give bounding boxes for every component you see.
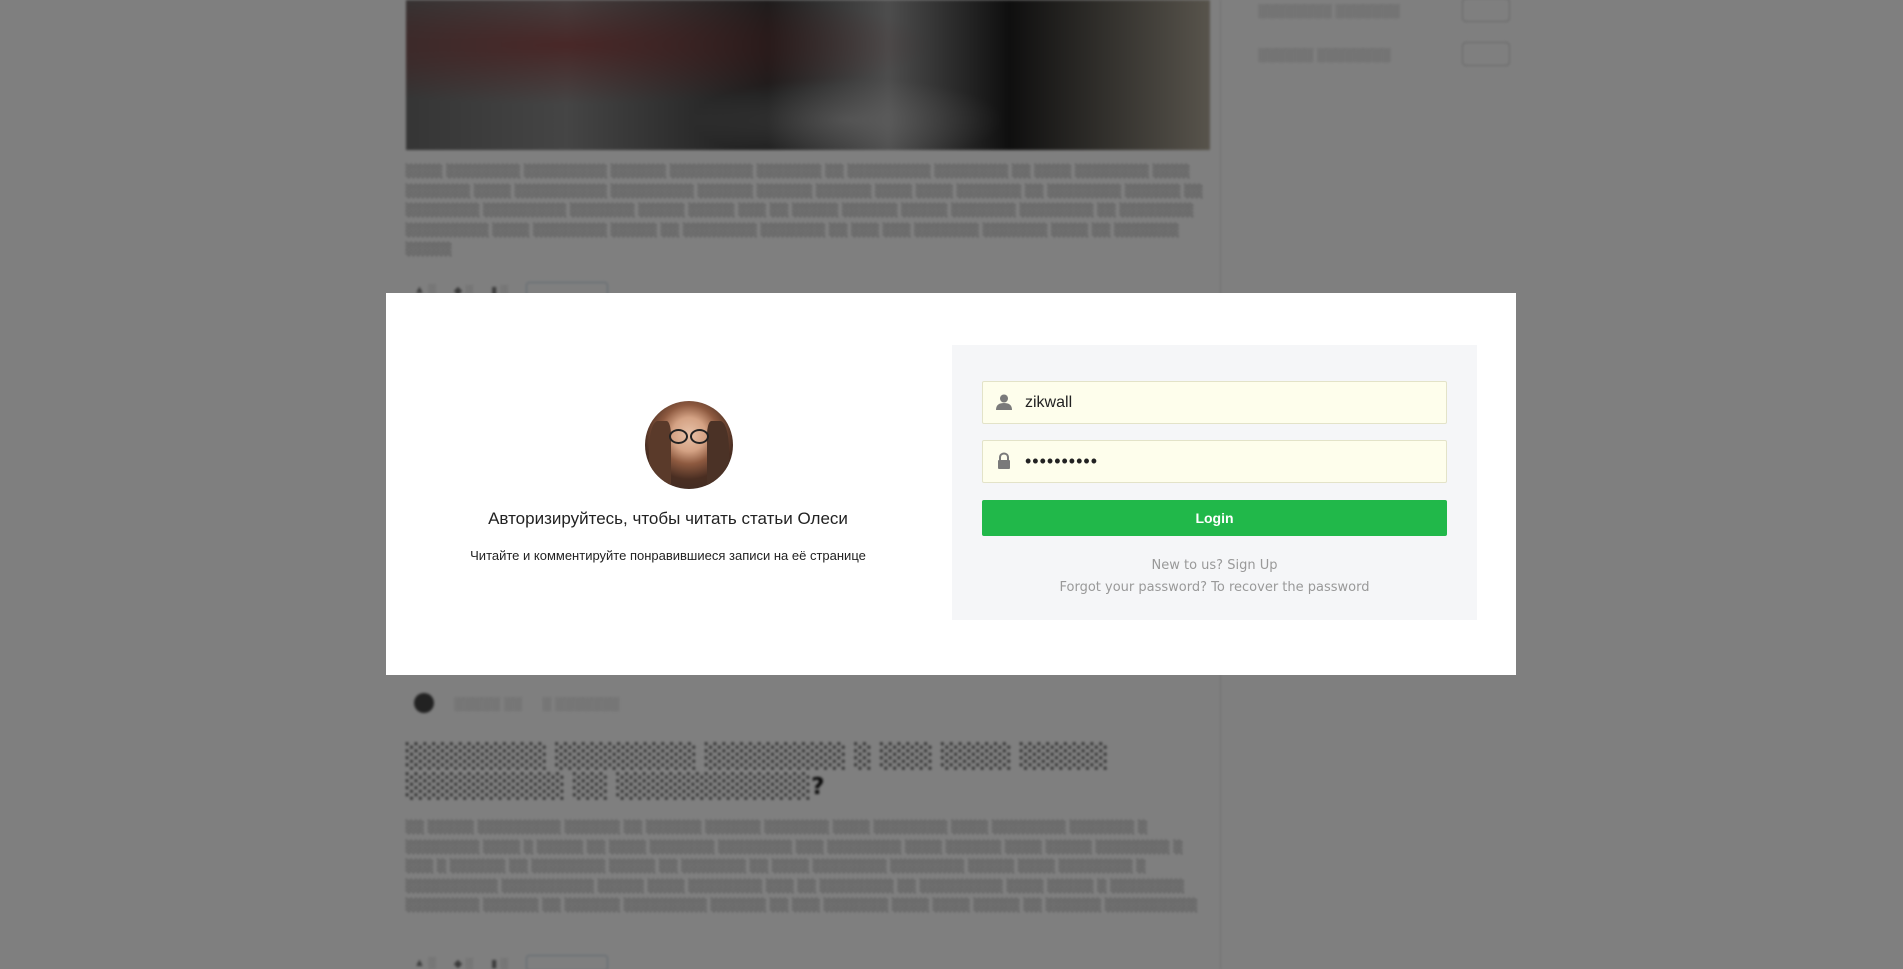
modal-heading: Авторизируйтесь, чтобы читать статьи Оле…: [488, 509, 848, 528]
password-input[interactable]: [1025, 441, 1435, 482]
page: ░░░░ ░░░░░░░░ ░░░░░░░░░ ░░░░░░ ░░░░░░░░░…: [0, 0, 1903, 969]
modal-author-panel: Авторизируйтесь, чтобы читать статьи Оле…: [386, 293, 950, 675]
username-input[interactable]: [1025, 382, 1435, 423]
modal-subtext: Читайте и комментируйте понравившиеся за…: [470, 548, 866, 563]
author-avatar: [645, 401, 733, 489]
recover-password-link[interactable]: Forgot your password? To recover the pas…: [952, 580, 1477, 595]
lock-icon: [998, 452, 1010, 469]
glasses-icon: [669, 429, 709, 444]
signup-link[interactable]: New to us? Sign Up: [952, 558, 1477, 573]
password-field[interactable]: [982, 440, 1447, 483]
login-button[interactable]: Login: [982, 500, 1447, 536]
user-icon: [996, 394, 1012, 410]
login-modal: Авторизируйтесь, чтобы читать статьи Оле…: [386, 293, 1516, 675]
login-form-panel: Login New to us? Sign Up Forgot your pas…: [952, 345, 1477, 620]
username-field[interactable]: [982, 381, 1447, 424]
